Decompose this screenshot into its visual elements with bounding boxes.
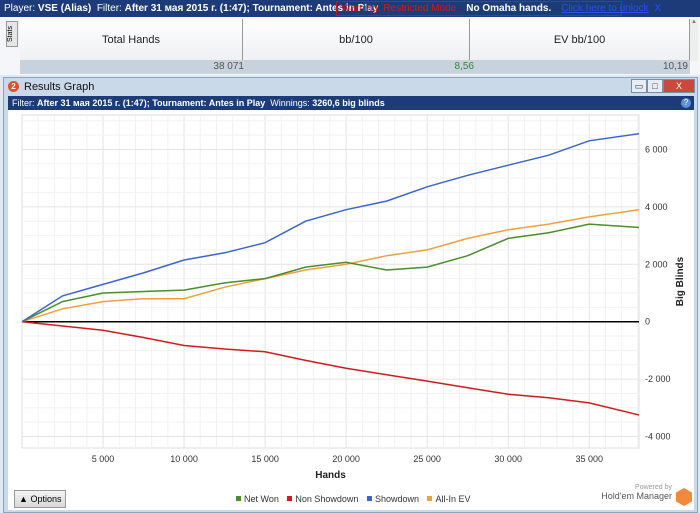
filter-label: Filter: [12,98,35,108]
legend-label: Showdown [374,494,419,504]
legend-swatch [287,496,293,501]
minimize-button[interactable]: ▭ [631,79,647,93]
y-tick-label: -4 000 [645,432,671,442]
legend-swatch [236,496,241,501]
x-tick-label: 35 000 [575,454,603,464]
filter-text: After 31 мая 2015 г. (1:47); Tournament:… [37,98,266,108]
x-tick-label: 5 000 [92,454,115,464]
x-tick-label: 25 000 [413,454,441,464]
legend-swatch [366,496,372,501]
header-total-hands[interactable]: Total Hands [20,19,243,61]
legend-all-in-ev[interactable]: All-In EV [421,494,471,504]
options-label: Options [30,494,62,504]
filter-label: Filter: [96,3,122,14]
y-tick-label: 0 [645,317,650,327]
options-button[interactable]: ▲ Options [14,490,66,508]
value-total-hands: 38 071 [213,61,244,72]
graph-filter-bar: Filter: After 31 мая 2015 г. (1:47); Tou… [8,96,694,110]
stats-values-row: 38 071 8,56 10,19 [20,60,690,74]
stats-panel: Stats Total Hands bb/100 EV bb/100 ▲ 38 … [0,17,700,75]
hm2-logo-icon: 2 [8,81,19,92]
header-bb100[interactable]: bb/100 [243,19,470,61]
bottom-bar: ▲ Options Net Won Non Showdown Showdown … [8,480,694,510]
winnings-label: Winnings: [270,98,310,108]
stats-tab[interactable]: Stats [6,21,18,47]
winnings-value: 3260,6 big blinds [312,98,385,108]
legend-showdown[interactable]: Showdown [361,494,419,504]
license-warning: Warning: Restricted Mode No Omaha hands. C… [336,1,661,16]
brand: Powered by Hold'em Manager [601,484,672,501]
value-ev-bb100: 10,19 [662,61,688,72]
help-icon[interactable]: ? [681,98,691,108]
warning-text: Warning: Restricted Mode [341,3,457,14]
no-omaha-text: No Omaha hands. [466,3,552,14]
value-bb100: 8,56 [454,61,474,72]
unlock-link[interactable]: Click here to unlock [561,3,648,14]
x-tick-label: 10 000 [170,454,198,464]
x-tick-label: 30 000 [494,454,522,464]
brand-name: Hold'em Manager [601,491,672,501]
window-title: Results Graph [24,81,95,93]
y-tick-label: 2 000 [645,259,668,269]
chart-area: 5 000 10 000 15 000 20 000 25 000 30 000 35 00… [8,110,694,510]
scrollbar[interactable]: ▲ [690,19,698,61]
legend-label: Net Won [244,494,279,504]
x-tick-label: 15 000 [251,454,279,464]
close-warning-button[interactable]: X [655,3,662,14]
x-tick-label: 20 000 [332,454,360,464]
powered-by: Powered by [635,484,672,491]
maximize-button[interactable]: □ [647,79,663,93]
expand-icon: ▲ [19,494,28,504]
legend-label: Non Showdown [295,494,359,504]
y-axis-label: Big Blinds [675,256,686,306]
close-button[interactable]: X [663,79,695,93]
hm2-brand-logo [676,488,692,506]
y-tick-label: 6 000 [645,144,668,154]
window-titlebar: 2 Results Graph ▭ □ X [4,78,697,96]
x-axis-label: Hands [315,470,346,480]
results-graph-window: 2 Results Graph ▭ □ X Filter: After 31 м… [3,77,698,513]
legend-label: All-In EV [435,494,471,504]
player-filter-bar: Player: VSE (Alias) Filter: After 31 мая… [0,0,700,17]
player-label: Player: [4,3,36,14]
y-tick-label: 4 000 [645,202,668,212]
results-chart: 5 000 10 000 15 000 20 000 25 000 30 000 35 00… [21,114,686,481]
player-name: VSE (Alias) [37,3,92,14]
legend-net-won[interactable]: Net Won [230,494,279,504]
legend-swatch [427,496,433,501]
legend-non-showdown[interactable]: Non Showdown [281,494,358,504]
y-tick-label: -2 000 [645,374,671,384]
header-ev-bb100[interactable]: EV bb/100 [470,19,690,61]
legend: Net Won Non Showdown Showdown All-In EV [230,494,471,504]
